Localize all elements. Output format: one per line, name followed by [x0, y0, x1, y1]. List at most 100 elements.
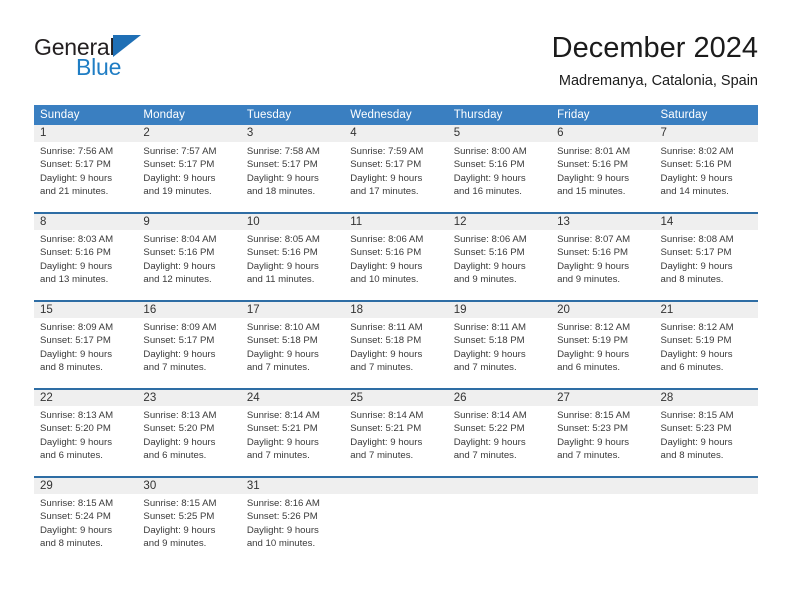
day-cell[interactable]: Sunrise: 8:10 AM Sunset: 5:18 PM Dayligh… [240, 318, 345, 389]
day-cell[interactable]: Sunrise: 8:15 AM Sunset: 5:24 PM Dayligh… [34, 494, 138, 565]
day-cell[interactable]: Sunrise: 8:09 AM Sunset: 5:17 PM Dayligh… [137, 318, 241, 389]
daynum: 9 [137, 212, 241, 230]
day-cell[interactable]: Sunrise: 8:16 AM Sunset: 5:26 PM Dayligh… [240, 494, 345, 565]
day-cell[interactable]: Sunrise: 8:13 AM Sunset: 5:20 PM Dayligh… [137, 406, 241, 477]
daynum: 3 [240, 125, 345, 142]
sunrise-text: Sunrise: 8:05 AM [246, 234, 320, 245]
day-cell[interactable]: Sunrise: 8:07 AM Sunset: 5:16 PM Dayligh… [551, 230, 655, 301]
day-cell[interactable]: Sunrise: 8:00 AM Sunset: 5:16 PM Dayligh… [447, 142, 552, 213]
daynum: 7 [654, 125, 758, 142]
sunrise-text: Sunrise: 8:11 AM [453, 322, 527, 333]
daynum: 29 [34, 476, 138, 494]
day-cell[interactable]: Sunrise: 8:11 AM Sunset: 5:18 PM Dayligh… [344, 318, 448, 389]
weekday-header-tuesday: Tuesday [240, 105, 345, 125]
daylight-text: Daylight: 9 hours [660, 260, 733, 272]
daylight-text: Daylight: 9 hours [557, 172, 630, 184]
day-cell[interactable]: Sunrise: 8:15 AM Sunset: 5:23 PM Dayligh… [654, 406, 758, 477]
daylight-text: Daylight: 9 hours [143, 348, 216, 360]
daynum: 4 [344, 125, 448, 142]
daylight-text: Daylight: 9 hours [143, 436, 216, 448]
day-cell[interactable]: Sunrise: 7:57 AM Sunset: 5:17 PM Dayligh… [137, 142, 241, 213]
daynum: 10 [240, 212, 345, 230]
daynum: 17 [240, 300, 345, 318]
sunrise-text: Sunrise: 8:15 AM [40, 498, 114, 509]
day-cell[interactable]: Sunrise: 7:59 AM Sunset: 5:17 PM Dayligh… [344, 142, 448, 213]
sunset-text: Sunset: 5:23 PM [557, 423, 629, 435]
daylight-text2: and 9 minutes. [143, 538, 207, 550]
sunset-text: Sunset: 5:23 PM [660, 423, 732, 435]
daylight-text: Daylight: 9 hours [350, 260, 423, 272]
daylight-text: Daylight: 9 hours [40, 348, 112, 360]
day-cell[interactable]: Sunrise: 8:06 AM Sunset: 5:16 PM Dayligh… [447, 230, 552, 301]
day-cell[interactable]: Sunrise: 8:08 AM Sunset: 5:17 PM Dayligh… [654, 230, 758, 301]
daylight-text: Daylight: 9 hours [40, 524, 112, 536]
page-title: December 2024 [551, 32, 758, 64]
sunrise-text: Sunrise: 8:08 AM [660, 234, 734, 245]
day-cell[interactable]: Sunrise: 8:15 AM Sunset: 5:23 PM Dayligh… [551, 406, 655, 477]
day-cell[interactable]: Sunrise: 8:05 AM Sunset: 5:16 PM Dayligh… [240, 230, 345, 301]
sunrise-text: Sunrise: 8:16 AM [246, 498, 320, 509]
sunset-text: Sunset: 5:26 PM [246, 511, 318, 523]
daynum: 22 [34, 388, 138, 406]
daynum: 14 [654, 212, 758, 230]
daylight-text2: and 7 minutes. [246, 362, 310, 374]
day-cell[interactable]: Sunrise: 8:14 AM Sunset: 5:21 PM Dayligh… [240, 406, 345, 477]
daylight-text: Daylight: 9 hours [453, 436, 526, 448]
daylight-text: Daylight: 9 hours [143, 524, 216, 536]
daylight-text2: and 8 minutes. [40, 538, 103, 550]
daylight-text2: and 7 minutes. [143, 362, 207, 374]
sunset-text: Sunset: 5:17 PM [246, 159, 318, 171]
day-cell[interactable]: Sunrise: 8:01 AM Sunset: 5:16 PM Dayligh… [551, 142, 655, 213]
sunset-text: Sunset: 5:19 PM [557, 335, 629, 347]
daynum: 27 [551, 388, 655, 406]
sunrise-text: Sunrise: 8:15 AM [660, 410, 734, 421]
daylight-text2: and 18 minutes. [246, 186, 316, 198]
day-cell[interactable]: Sunrise: 7:56 AM Sunset: 5:17 PM Dayligh… [34, 142, 138, 213]
day-cell[interactable]: Sunrise: 8:11 AM Sunset: 5:18 PM Dayligh… [447, 318, 552, 389]
day-cell[interactable]: Sunrise: 8:12 AM Sunset: 5:19 PM Dayligh… [551, 318, 655, 389]
daynum-empty [344, 476, 448, 494]
sunset-text: Sunset: 5:17 PM [40, 335, 111, 347]
sunrise-text: Sunrise: 8:02 AM [660, 146, 734, 157]
daynum: 30 [137, 476, 241, 494]
day-cell[interactable]: Sunrise: 8:15 AM Sunset: 5:25 PM Dayligh… [137, 494, 241, 565]
daylight-text2: and 10 minutes. [350, 274, 419, 286]
day-cell[interactable]: Sunrise: 8:04 AM Sunset: 5:16 PM Dayligh… [137, 230, 241, 301]
sunset-text: Sunset: 5:16 PM [557, 247, 629, 259]
weekday-header-row: Sunday Monday Tuesday Wednesday Thursday… [34, 105, 758, 125]
day-cell[interactable]: Sunrise: 8:09 AM Sunset: 5:17 PM Dayligh… [34, 318, 138, 389]
page-subtitle: Madremanya, Catalonia, Spain [558, 73, 758, 89]
day-cell[interactable]: Sunrise: 8:14 AM Sunset: 5:22 PM Dayligh… [447, 406, 552, 477]
daylight-text2: and 7 minutes. [557, 450, 621, 462]
sunrise-text: Sunrise: 8:07 AM [557, 234, 631, 245]
sunset-text: Sunset: 5:19 PM [660, 335, 732, 347]
daynum: 19 [447, 300, 552, 318]
sunrise-text: Sunrise: 8:09 AM [40, 322, 114, 333]
daylight-text2: and 6 minutes. [40, 450, 103, 462]
day-cell-empty [447, 494, 552, 565]
daylight-text: Daylight: 9 hours [453, 260, 526, 272]
daylight-text2: and 19 minutes. [143, 186, 212, 198]
daylight-text2: and 17 minutes. [350, 186, 419, 198]
sunrise-sunset-calendar: Sunday Monday Tuesday Wednesday Thursday… [34, 105, 758, 565]
daylight-text2: and 7 minutes. [350, 362, 414, 374]
sunset-text: Sunset: 5:17 PM [143, 159, 215, 171]
sunset-text: Sunset: 5:16 PM [40, 247, 111, 259]
day-cell[interactable]: Sunrise: 8:14 AM Sunset: 5:21 PM Dayligh… [344, 406, 448, 477]
daylight-text: Daylight: 9 hours [660, 172, 733, 184]
day-cell-empty [344, 494, 448, 565]
day-cell[interactable]: Sunrise: 8:06 AM Sunset: 5:16 PM Dayligh… [344, 230, 448, 301]
sunrise-text: Sunrise: 8:12 AM [557, 322, 631, 333]
day-cell[interactable]: Sunrise: 8:12 AM Sunset: 5:19 PM Dayligh… [654, 318, 758, 389]
daylight-text: Daylight: 9 hours [246, 436, 319, 448]
daylight-text2: and 7 minutes. [350, 450, 414, 462]
sunset-text: Sunset: 5:25 PM [143, 511, 215, 523]
day-cell[interactable]: Sunrise: 7:58 AM Sunset: 5:17 PM Dayligh… [240, 142, 345, 213]
week-1-daynum-row: 1 2 3 4 5 6 7 [34, 125, 758, 142]
day-cell[interactable]: Sunrise: 8:13 AM Sunset: 5:20 PM Dayligh… [34, 406, 138, 477]
day-cell[interactable]: Sunrise: 8:03 AM Sunset: 5:16 PM Dayligh… [34, 230, 138, 301]
daylight-text: Daylight: 9 hours [350, 436, 423, 448]
day-cell[interactable]: Sunrise: 8:02 AM Sunset: 5:16 PM Dayligh… [654, 142, 758, 213]
daynum: 25 [344, 388, 448, 406]
sunset-text: Sunset: 5:17 PM [40, 159, 111, 171]
